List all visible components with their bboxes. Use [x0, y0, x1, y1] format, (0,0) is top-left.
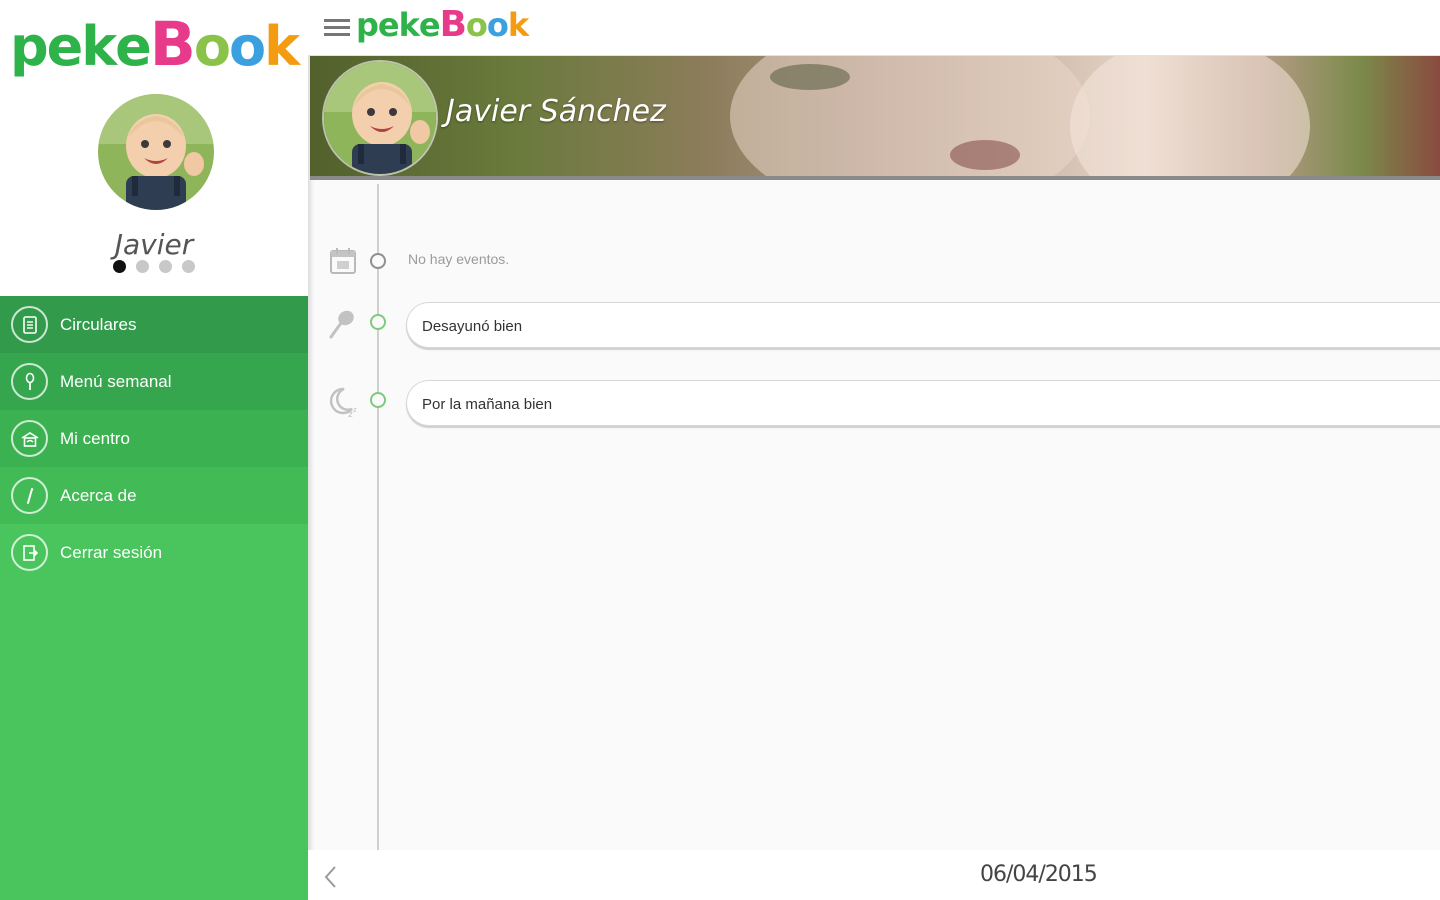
child-full-name: Javier Sánchez [446, 94, 666, 129]
child-avatar-banner [322, 60, 438, 176]
spoon-icon [11, 363, 48, 400]
timeline-node [370, 392, 386, 408]
child-dot-3[interactable] [159, 260, 172, 273]
logo-letter: o [486, 6, 509, 44]
logo-letter: k [81, 15, 117, 78]
menu-label: Mi centro [60, 429, 130, 448]
child-selector-dots[interactable] [0, 260, 308, 273]
logo-letter: e [377, 6, 400, 44]
logo-letter: B [439, 4, 467, 45]
timeline-node [370, 253, 386, 269]
timeline-line [377, 184, 379, 850]
logo-letter: B [149, 10, 196, 80]
navigation-drawer: pekeBook Javier Circulares Menú semanal … [0, 0, 308, 900]
logo-letter: k [264, 15, 300, 78]
info-icon [11, 477, 48, 514]
menu-label: Cerrar sesión [60, 543, 163, 562]
child-profile-banner: Javier Sánchez [310, 56, 1440, 180]
logout-icon [11, 534, 48, 571]
logo-letter: o [465, 6, 488, 44]
chevron-left-icon[interactable] [320, 864, 342, 890]
child-dot-4[interactable] [182, 260, 195, 273]
menu-item-circulares[interactable]: Circulares [0, 296, 308, 353]
logo-letter: o [229, 15, 266, 78]
child-dot-1[interactable] [113, 260, 126, 273]
logo-letter: p [9, 15, 49, 78]
no-events-text: No hay eventos. [408, 251, 510, 267]
entry-text: Desayunó bien [422, 318, 523, 335]
menu-label: Menú semanal [60, 372, 172, 391]
timeline-entry-morning[interactable]: Por la mañana bien [406, 380, 1440, 426]
document-icon [11, 306, 48, 343]
logo-letter: p [356, 6, 379, 44]
logo-letter: o [193, 15, 231, 78]
spoon-icon [326, 307, 360, 341]
menu-label: Circulares [60, 315, 137, 334]
child-name: Javier [114, 228, 194, 261]
logo-letter: k [398, 6, 420, 44]
logo-letter: e [115, 15, 152, 78]
pekebook-logo-small: pekeBook [356, 4, 529, 45]
menu-item-cerrar-sesion[interactable]: Cerrar sesión [0, 524, 308, 581]
child-dot-2[interactable] [136, 260, 149, 273]
pekebook-logo: pekeBook [0, 10, 308, 80]
menu-item-mi-centro[interactable]: Mi centro [0, 410, 308, 467]
date-navigation-bar: 06/04/2015 [308, 850, 1440, 900]
svg-text:z: z [353, 406, 357, 414]
current-date: 06/04/2015 [980, 862, 1098, 887]
child-avatar[interactable] [98, 94, 214, 210]
calendar-icon [326, 244, 360, 278]
menu-item-menu-semanal[interactable]: Menú semanal [0, 353, 308, 410]
main-content: pekeBook Javier Sánchez No hay eventos. … [308, 0, 1440, 900]
menu-label: Acerca de [60, 486, 137, 505]
drawer-header: pekeBook Javier [0, 0, 308, 296]
timeline-node [370, 314, 386, 330]
top-app-bar: pekeBook [308, 0, 1440, 56]
logo-letter: e [46, 15, 84, 78]
moon-sleep-icon: zz [326, 385, 360, 419]
drawer-menu: Circulares Menú semanal Mi centro Acerca… [0, 296, 308, 581]
entry-text: Por la mañana bien [422, 396, 553, 413]
logo-letter: k [507, 6, 529, 44]
menu-item-acerca-de[interactable]: Acerca de [0, 467, 308, 524]
school-icon [11, 420, 48, 457]
hamburger-menu-icon[interactable] [324, 19, 350, 39]
logo-letter: e [418, 6, 441, 44]
timeline-entry-breakfast[interactable]: Desayunó bien [406, 302, 1440, 348]
